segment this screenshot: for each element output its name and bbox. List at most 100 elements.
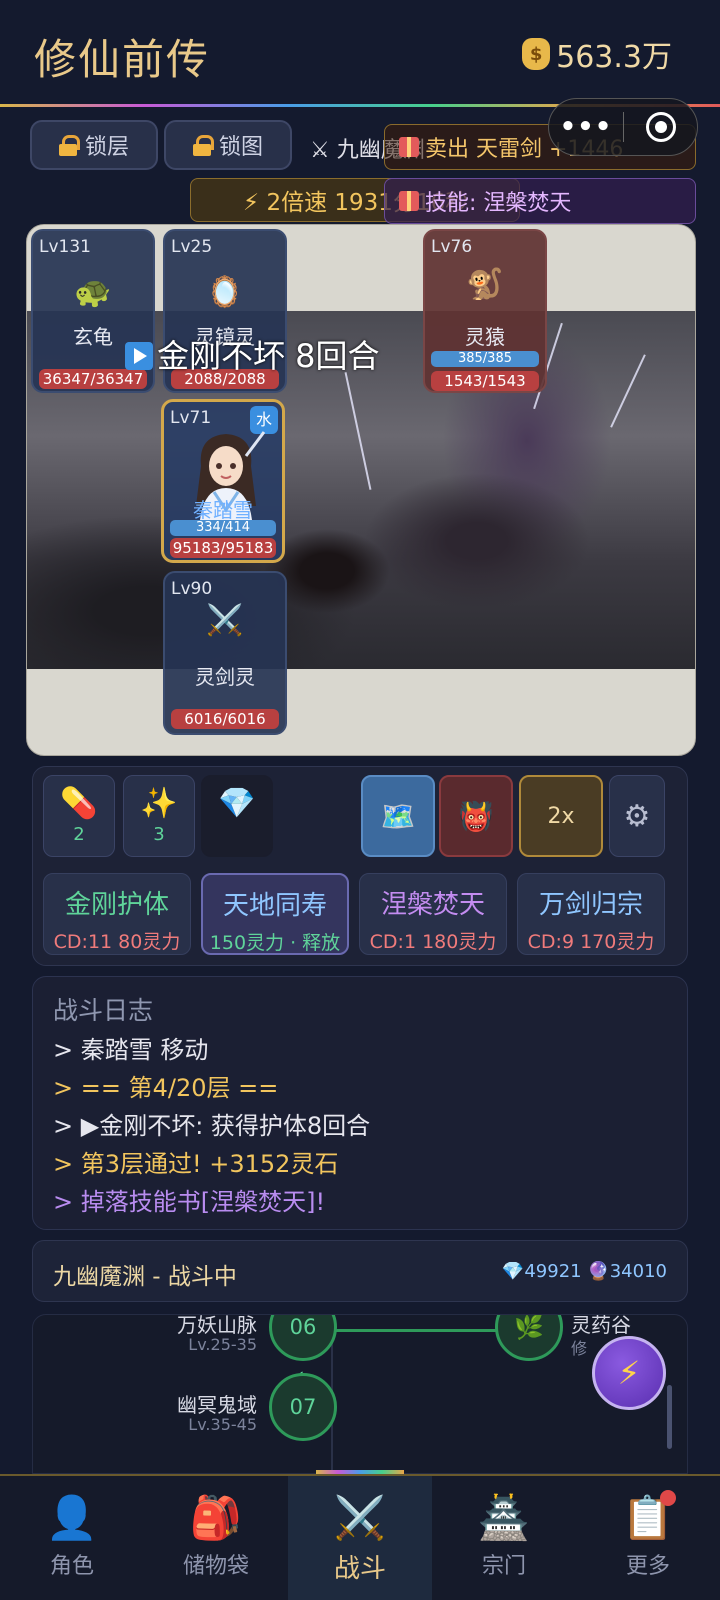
buff-announcement: 金刚不坏 8回合 xyxy=(125,331,380,377)
item-sparkle[interactable]: ✨ 3 xyxy=(123,775,195,857)
monkey-icon: 🐒 xyxy=(466,267,504,302)
map-button[interactable]: 🗺️ xyxy=(361,775,435,857)
unit-card-lingjianling[interactable]: Lv90 ⚔️ 灵剑灵 6016/6016 xyxy=(163,571,287,735)
lock-map-label: 锁图 xyxy=(218,135,263,160)
toast-skill: 技能: 涅槃焚天 xyxy=(384,178,696,224)
demon-button[interactable]: 👹 xyxy=(439,775,513,857)
map-node-06[interactable]: 06 xyxy=(269,1315,337,1361)
hp-bar: 1543/1543 xyxy=(431,371,539,391)
nav-sect[interactable]: 🏯 宗门 xyxy=(432,1476,576,1600)
miniapp-capsule: ••• xyxy=(548,98,698,156)
pill-icon: 💊 xyxy=(60,786,98,821)
close-miniapp-icon[interactable] xyxy=(646,112,676,142)
zone-status-bar: 九幽魔渊 - 战斗中 💎49921 🔮34010 xyxy=(32,1240,688,1302)
nav-character[interactable]: 👤 角色 xyxy=(0,1476,144,1600)
nav-label: 储物袋 xyxy=(182,1554,249,1579)
backpack-icon: 🎒 xyxy=(189,1493,243,1542)
skill-cost: CD:11 80灵力 xyxy=(53,931,181,953)
mp-bar: 334/414 xyxy=(170,520,276,536)
map-node-level: Lv.25-35 xyxy=(188,1335,257,1354)
item-count: 3 xyxy=(153,824,165,845)
skill-tiandi[interactable]: 天地同寿 150灵力 · 释放 xyxy=(201,873,349,955)
gift-icon xyxy=(399,191,419,211)
log-line: > ▶金刚不坏: 获得护体8回合 xyxy=(53,1112,371,1140)
lock-map-button[interactable]: 锁图 xyxy=(164,120,292,170)
resource-counts: 💎49921 🔮34010 xyxy=(501,1261,667,1282)
nav-more[interactable]: 📋 更多 xyxy=(576,1476,720,1600)
nav-label: 战斗 xyxy=(333,1554,386,1584)
skill-name: 万剑归宗 xyxy=(538,890,643,920)
lightning-icon: ⚡ xyxy=(617,1354,641,1392)
log-title: 战斗日志 xyxy=(53,996,154,1025)
battle-log: 战斗日志 > 秦踏雪 移动 > == 第4/20层 == > ▶金刚不坏: 获得… xyxy=(32,976,688,1230)
battle-field: Lv131 🐢 玄龟 36347/36347 Lv25 🪞 灵镜灵 2088/2… xyxy=(26,224,696,756)
lock-icon xyxy=(192,135,214,156)
crossed-swords-icon: ⚔️ xyxy=(206,603,244,638)
unit-level: Lv76 xyxy=(431,237,473,257)
item-count: 2 xyxy=(73,824,85,845)
unit-level: Lv90 xyxy=(171,579,213,599)
skill-jingang[interactable]: 金刚护体 CD:11 80灵力 xyxy=(43,873,191,955)
turtle-icon: 🐢 xyxy=(74,275,112,310)
speed-2x-label: 2x xyxy=(547,803,575,829)
skill-niepan[interactable]: 涅槃焚天 CD:1 180灵力 xyxy=(359,873,507,955)
hp-bar: 6016/6016 xyxy=(171,709,279,729)
zone-map[interactable]: 万妖山脉 Lv.25-35 06 ✓ 🌿 灵药谷 修 幽冥鬼域 Lv.35-45… xyxy=(32,1314,688,1474)
enemy-card-lingyuan[interactable]: Lv76 🐒 灵猿 385/385 1543/1543 xyxy=(423,229,547,393)
nav-label: 角色 xyxy=(49,1554,94,1579)
unit-level: Lv131 xyxy=(39,237,91,257)
speed-2x-button[interactable]: 2x xyxy=(519,775,603,857)
hp-bar: 95183/95183 xyxy=(170,538,276,558)
unit-name: 灵剑灵 xyxy=(195,665,255,689)
castle-icon: 🏯 xyxy=(477,1493,531,1542)
clipboard-icon: 📋 xyxy=(621,1493,675,1542)
hero-card-qintaxue[interactable]: Lv71 水 秦踏雪 334/414 95183/95183 xyxy=(161,399,285,563)
skill-name: 涅槃焚天 xyxy=(380,890,485,920)
sparkle-icon: ✨ xyxy=(140,786,178,821)
skill-cost: CD:9 170灵力 xyxy=(527,931,655,953)
lock-layer-button[interactable]: 锁层 xyxy=(30,120,158,170)
nav-inventory[interactable]: 🎒 储物袋 xyxy=(144,1476,288,1600)
item-gem[interactable]: 💎 xyxy=(201,775,273,857)
skill-cost: 150灵力 · 释放 xyxy=(209,932,341,954)
log-line: > == 第4/20层 == xyxy=(53,1074,279,1102)
skill-wanjian[interactable]: 万剑归宗 CD:9 170灵力 xyxy=(517,873,665,955)
map-node-level: Lv.35-45 xyxy=(188,1415,257,1434)
skill-panel: 💊 2 ✨ 3 💎 🗺️ 👹 2x ⚙ 金刚护体 CD:11 80灵力 天地同寿… xyxy=(32,766,688,966)
map-node-name: 幽冥鬼域 xyxy=(177,1393,257,1417)
crossed-swords-icon: ⚔ xyxy=(310,138,330,163)
gear-icon: ⚙ xyxy=(623,798,651,834)
gold-display: $ 563.3万 xyxy=(522,32,672,76)
demon-icon: 👹 xyxy=(458,799,494,833)
nav-battle[interactable]: ⚔️ 战斗 xyxy=(288,1476,432,1600)
unit-name: 秦踏雪 xyxy=(193,498,253,522)
map-scrollbar[interactable] xyxy=(667,1385,672,1449)
unit-level: Lv71 xyxy=(170,408,212,428)
auto-battle-button[interactable]: ⚡ xyxy=(592,1336,666,1410)
mirror-icon: 🪞 xyxy=(206,275,244,310)
herb-node-icon[interactable]: 🌿 xyxy=(495,1315,563,1361)
gift-icon xyxy=(399,137,419,157)
log-line: > 掉落技能书[涅槃焚天]! xyxy=(53,1188,326,1216)
nav-label: 宗门 xyxy=(481,1554,526,1579)
log-line: > 秦踏雪 移动 xyxy=(53,1036,209,1064)
money-bag-icon: $ xyxy=(522,38,551,70)
log-line: > 第3层通过! +3152灵石 xyxy=(53,1150,339,1178)
notification-dot xyxy=(660,1490,676,1506)
lock-icon xyxy=(58,135,80,156)
nav-label: 更多 xyxy=(625,1554,670,1579)
play-icon xyxy=(125,342,153,370)
crossed-swords-icon: ⚔️ xyxy=(333,1493,387,1542)
gem-icon: 💎 xyxy=(218,786,256,821)
settings-button[interactable]: ⚙ xyxy=(609,775,665,857)
item-pill[interactable]: 💊 2 xyxy=(43,775,115,857)
more-menu-icon[interactable]: ••• xyxy=(549,112,623,142)
map-node-07[interactable]: 07 xyxy=(269,1373,337,1441)
map-icon: 🗺️ xyxy=(380,799,416,833)
unit-level: Lv25 xyxy=(171,237,213,257)
person-icon: 👤 xyxy=(45,1493,99,1542)
skill-name: 金刚护体 xyxy=(64,890,169,920)
lock-layer-label: 锁层 xyxy=(84,135,129,160)
skill-name: 天地同寿 xyxy=(222,891,327,921)
buff-text: 金刚不坏 8回合 xyxy=(157,337,380,375)
